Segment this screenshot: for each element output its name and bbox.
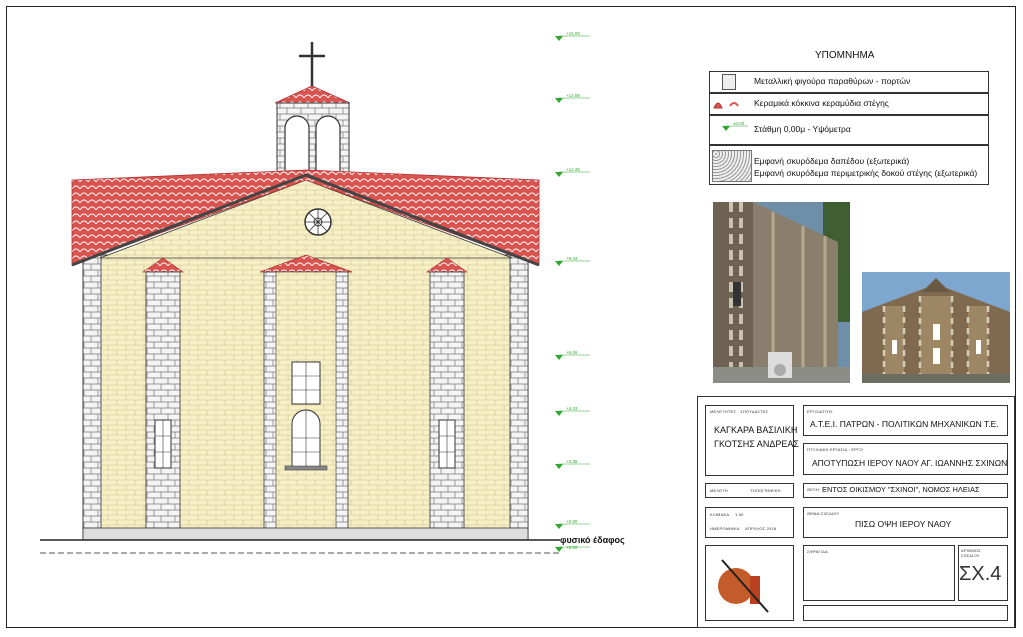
scale-label: ΚΛΙΜΑΚΑ [710,512,730,517]
level-label: +15.00 [566,31,580,36]
client-label: ΕΡΓΟΔΟΤΗΣ [807,409,833,414]
location-label: ΘΕΣΗ [807,487,819,492]
client-name: Α.Τ.Ε.Ι. ΠΑΤΡΩΝ - ΠΟΛΙΤΙΚΩΝ ΜΗΧΑΝΙΚΩΝ Τ.… [810,419,999,429]
location-value: ΕΝΤΟΣ ΟΙΚΙΣΜΟΥ "ΣΧΙΝΟΙ", ΝΟΜΟΣ ΗΛΕΙΑΣ [822,485,980,494]
level-label: +3.38 [566,459,578,464]
drawing-subject: ΠΙΣΩ ΟΨΗ ΙΕΡΟΥ ΝΑΟΥ [855,519,952,529]
concrete-texture-icon [712,150,752,182]
legend-item-text-2: Εμφανή σκυρόδεμα περιμετρικής δοκού στέγ… [754,168,978,178]
level-label: +6.26 [566,350,578,355]
stamp-label: ΣΦΡΑΓΙΔΑ [807,549,828,554]
level-label: +0.80 [566,519,578,524]
institution-logo [718,559,769,613]
legend-title: ΥΠΟΜΝΗΜΑ [815,50,875,61]
window-frame-icon [722,74,736,90]
level-label: +0.00 [566,545,578,550]
level-label: +4.43 [566,406,578,411]
scale-value: 1:50 [735,512,744,517]
church-side-photo [713,202,850,383]
level-label: +12.25 [566,167,580,172]
rose-window [304,208,332,236]
right-pilaster [425,257,469,541]
designer-name: ΓΚΟΤΣΗΣ ΑΝΔΡΕΑΣ [714,439,799,449]
level-markers [555,35,590,552]
sheet-number-label: ΑΡΙΘΜΟΣ ΣΧΕΔΙΟΥ [961,548,981,558]
subject-label: ΘΕΜΑ ΣΧΕΔΙΟΥ [807,511,840,516]
ground-label: φυσικό έδαφος [560,535,625,545]
right-corner-quoins [509,254,529,541]
project-title: ΑΠΟΤΥΠΩΣΗ ΙΕΡΟΥ ΝΑΟΥ ΑΓ. ΙΩΑΝΝΗΣ ΣΧΙΝΩΝ [812,458,1008,468]
legend-item-text: Εμφανή σκυρόδεμα δαπέδου (εξωτερικά) [754,156,910,166]
designer-name: ΚΑΓΚΑΡΑ ΒΑΣΙΛΙΚΗ [714,425,798,435]
bell-tower [274,42,351,179]
legend-item-text: Μεταλλική φιγούρα παραθύρων - πορτών [754,76,911,86]
church-rear-photo [862,272,1010,383]
sheet-number: ΣΧ.4 [959,563,1002,585]
date-label: ΗΜΕΡΟΜΗΝΙΑ [710,526,740,531]
level-label: +9.34 [566,256,578,261]
project-label: ΠΤΥΧΙΑΚΗ ΕΡΓΑΣΙΑ - ΕΡΓΟ [807,447,863,452]
level-label: +14.08 [566,93,580,98]
left-pilaster [141,257,185,541]
footer-cell [803,605,1008,621]
legend-item-text: Στάθμη 0,00μ - Υψόμετρα [754,124,851,134]
roof-tile-icon [713,102,739,109]
legend-item-text: Κεραμικά κόκκινα κεραμύδια στέγης [754,98,889,108]
study-value: ΤΟΠΟΓΡΑΦΙΚΗ [750,488,781,493]
level-marker-text: ±0.00 [733,121,745,126]
date-value: ΑΠΡΙΛΙΟΣ 2018 [745,526,777,531]
center-pilaster [259,254,353,541]
study-label: ΜΕΛΕΤΗ [710,488,728,493]
base-plinth [82,527,529,541]
designers-label: ΜΕΛΕΤΗΤΕΣ - ΣΠΟΥΔΑΣΤΕΣ [710,409,769,414]
left-corner-quoins [82,254,102,541]
